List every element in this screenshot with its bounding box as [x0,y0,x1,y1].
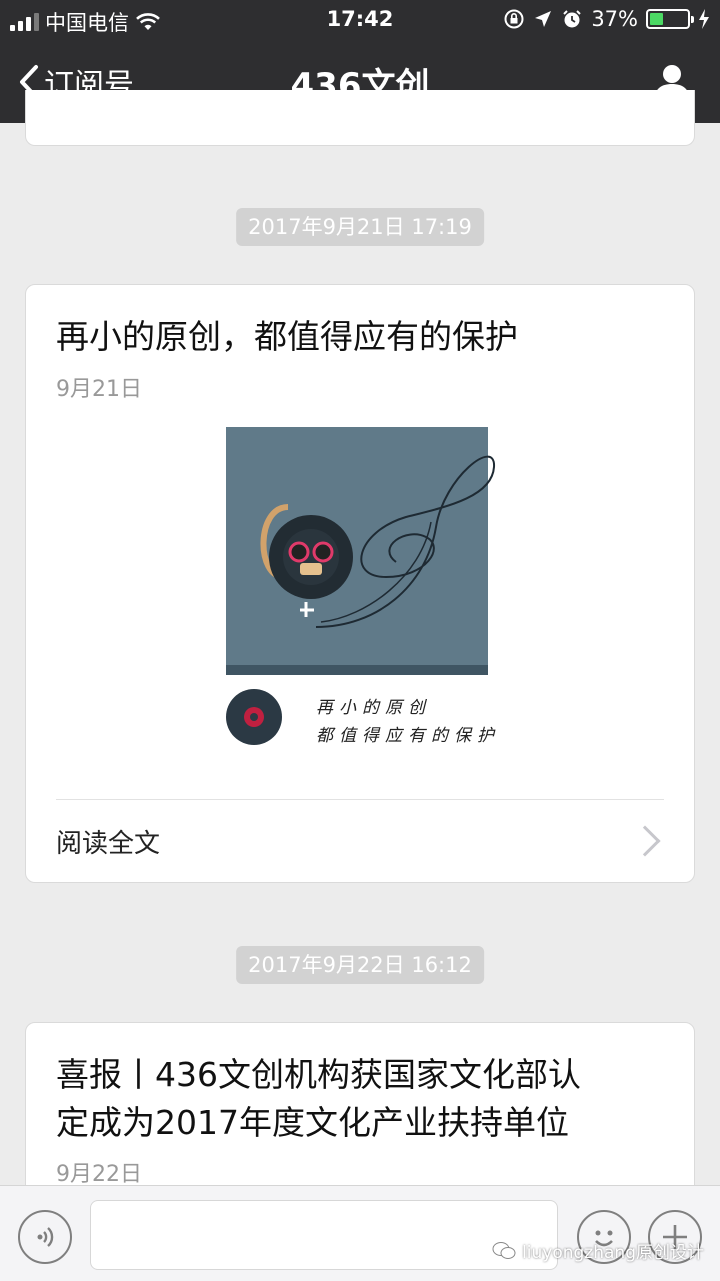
status-bar: 中国电信 17:42 37% [0,0,720,40]
watermark-text: liuyongzhang原创设计 [522,1243,704,1263]
alarm-icon [563,10,582,28]
voice-icon [37,1227,54,1247]
voice-button[interactable] [18,1210,72,1264]
article-cover-image[interactable]: 再小的原创 都值得应有的保护 [226,427,498,761]
article-date: 9月21日 [56,377,142,402]
charging-icon [699,9,709,29]
status-right: 37% [503,7,710,31]
article-date: 9月22日 [56,1162,142,1187]
battery-icon [646,9,694,29]
chevron-right-icon [629,825,661,857]
message-timestamp: 2017年9月22日 16:12 [236,946,484,984]
article-title[interactable]: 再小的原创，都值得应有的保护 [56,315,664,359]
message-input[interactable] [90,1200,558,1270]
read-full-article-label: 阅读全文 [56,828,161,859]
battery-percent: 37% [591,7,638,31]
cover-caption-line1: 再小的原创 [316,698,431,718]
watermark: liuyongzhang原创设计 [492,1238,704,1263]
cover-caption-line2: 都值得应有的保护 [316,726,500,746]
article-title-line1[interactable]: 喜报丨436文创机构获国家文化部认 [56,1053,664,1097]
location-icon [535,11,552,27]
previous-article-card[interactable] [25,90,695,146]
article-title-line2[interactable]: 定成为2017年度文化产业扶持单位 [56,1101,664,1145]
rotation-lock-icon [504,9,524,29]
article-card[interactable]: 再小的原创，都值得应有的保护 9月21日 再小的原创 都值得应有的保护 阅读全文 [25,284,695,883]
message-timestamp: 2017年9月21日 17:19 [236,208,484,246]
battery-level [650,13,664,25]
wechat-icon [492,1241,516,1259]
bottom-input-bar: liuyongzhang原创设计 [0,1185,720,1281]
read-full-article-row[interactable]: 阅读全文 [56,799,664,883]
